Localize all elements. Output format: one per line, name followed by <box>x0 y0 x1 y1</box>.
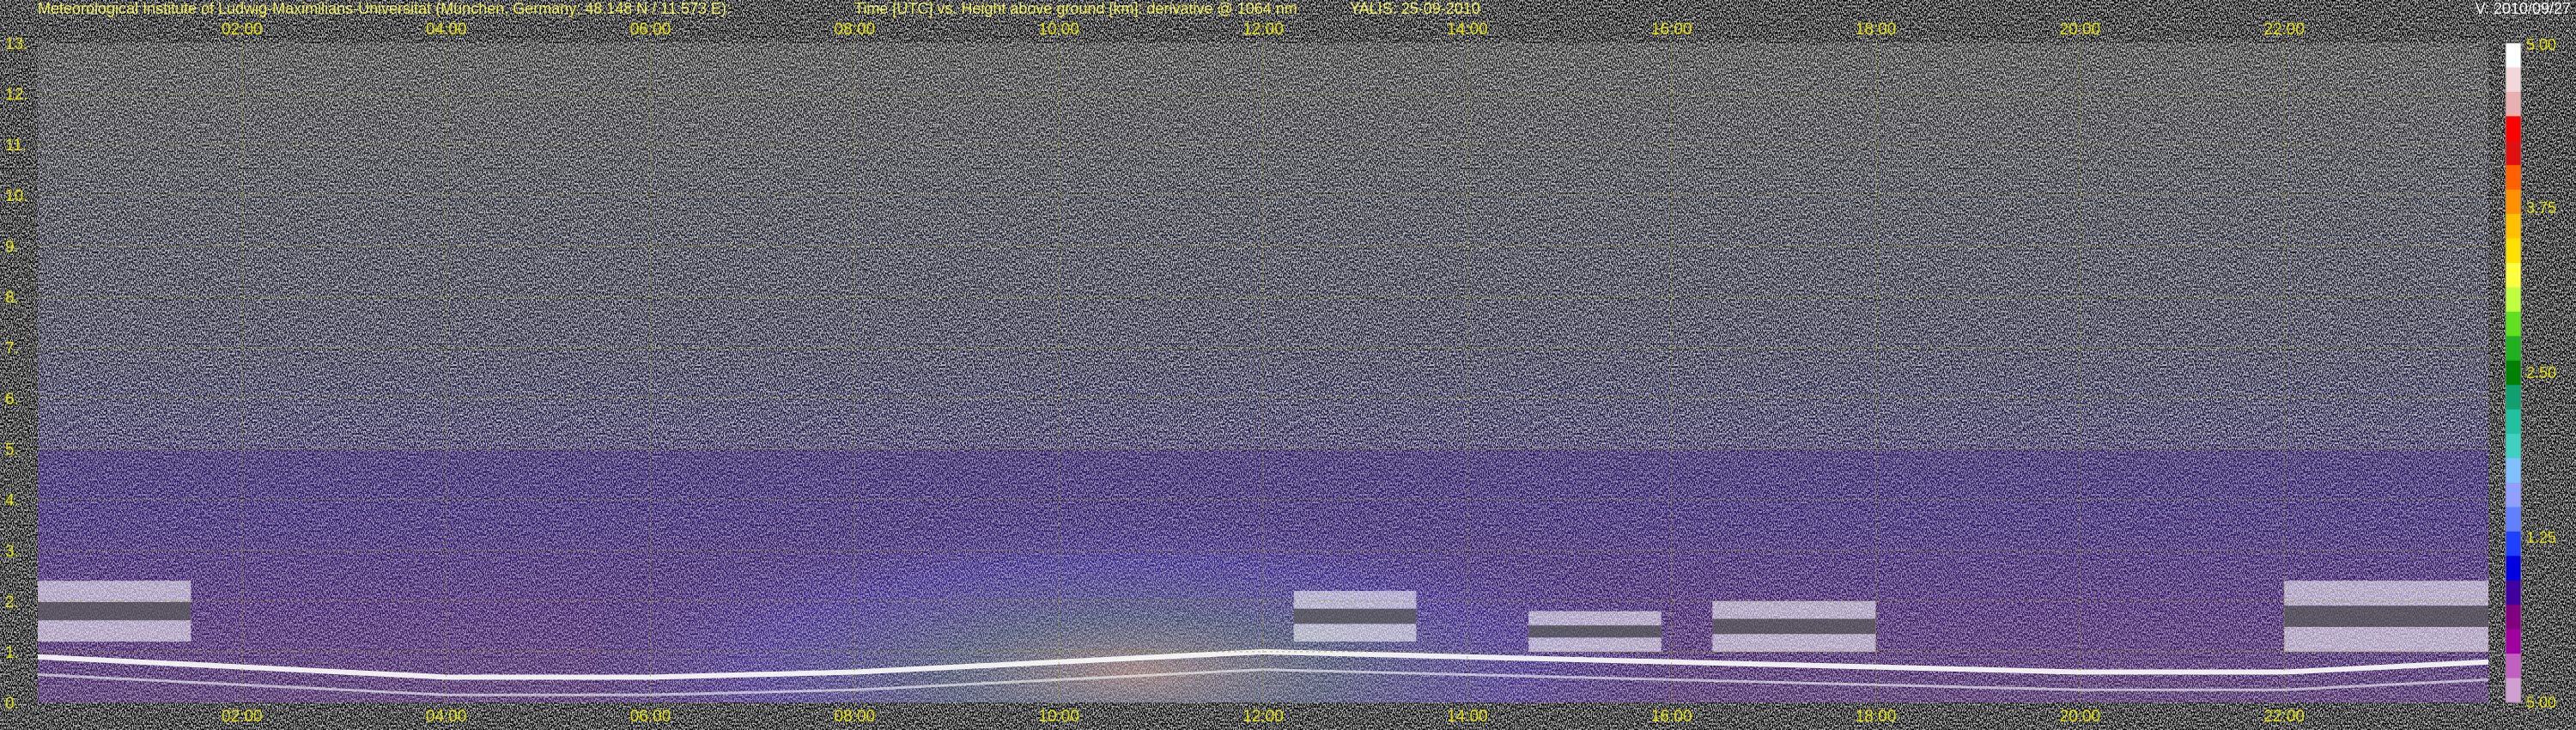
colorbar-segment <box>2506 214 2521 240</box>
colorbar-segment <box>2506 311 2521 337</box>
colorbar-segment <box>2506 43 2521 68</box>
x-tick-label-top: 06:00 <box>630 21 671 39</box>
colorbar-tick-label: 5.00 <box>2526 36 2556 53</box>
colorbar-segment <box>2506 507 2521 532</box>
colorbar-segment <box>2506 531 2521 557</box>
colorbar-tick-label: 2.50 <box>2526 364 2556 381</box>
x-tick-label-bottom: 18:00 <box>1856 708 1897 726</box>
colorbar-segment <box>2506 654 2521 679</box>
colorbar-segment <box>2506 140 2521 166</box>
colorbar-segment <box>2506 360 2521 386</box>
y-tick-label: 1. <box>5 644 19 662</box>
x-tick-label-bottom: 16:00 <box>1651 708 1692 726</box>
x-tick-label-bottom: 10:00 <box>1038 708 1079 726</box>
x-tick-label-bottom: 14:00 <box>1447 708 1488 726</box>
cloud-layer-shadow <box>1712 618 1876 635</box>
x-tick-label-top: 18:00 <box>1856 21 1897 39</box>
x-tick-label-top: 10:00 <box>1038 21 1079 39</box>
colorbar-segment <box>2506 678 2521 703</box>
y-tick-label: 9. <box>5 238 19 256</box>
colorbar-segment <box>2506 434 2521 459</box>
colorbar-segment <box>2506 409 2521 435</box>
cloud-layer-shadow <box>1293 608 1417 624</box>
colorbar-segment <box>2506 287 2521 313</box>
cloud-layer-shadow <box>1528 625 1662 638</box>
x-tick-label-top: 04:00 <box>426 21 467 39</box>
colorbar-segment <box>2506 458 2521 484</box>
x-tick-label-top: 16:00 <box>1651 21 1692 39</box>
x-tick-label-bottom: 04:00 <box>426 708 467 726</box>
x-tick-label-top: 02:00 <box>222 21 263 39</box>
x-tick-label-bottom: 02:00 <box>222 708 263 726</box>
lidar-heatmap-chart: 02:00 02:00 04:00 04:00 06:00 06:00 08:00 08:00… <box>5 21 2556 726</box>
x-tick-label-bottom: 12:00 <box>1242 708 1284 726</box>
colorbar-segment <box>2506 238 2521 264</box>
cloud-layer-shadow <box>2284 605 2488 627</box>
colorbar-segment <box>2506 483 2521 508</box>
x-tick-label-top: 22:00 <box>2263 21 2305 39</box>
x-tick-label-bottom: 08:00 <box>835 708 876 726</box>
y-tick-label: 6. <box>5 391 19 409</box>
colorbar-segment <box>2506 629 2521 654</box>
colorbar-segment <box>2506 263 2521 288</box>
x-tick-label-bottom: 06:00 <box>630 708 671 726</box>
colorbar-segment <box>2506 116 2521 142</box>
colorbar-segment <box>2506 336 2521 362</box>
colorbar-segment <box>2506 556 2521 581</box>
x-tick-label-top: 08:00 <box>835 21 876 39</box>
x-tick-label-top: 14:00 <box>1447 21 1488 39</box>
colorbar-segment <box>2506 189 2521 215</box>
x-tick-label-top: 12:00 <box>1242 21 1284 39</box>
y-tick-label: 8. <box>5 289 19 307</box>
x-tick-label-top: 20:00 <box>2060 21 2101 39</box>
y-tick-label: 3. <box>5 543 19 561</box>
y-tick-label: 7. <box>5 339 19 357</box>
cloud-layer-shadow <box>38 602 191 621</box>
colorbar-segment <box>2506 580 2521 605</box>
y-tick-label: 2. <box>5 593 19 611</box>
y-tick-label: 4. <box>5 492 19 510</box>
y-tick-label: 0. <box>5 695 19 713</box>
colorbar-segment <box>2506 67 2521 93</box>
y-tick-label: 11. <box>5 137 27 155</box>
colorbar: 5.00 3.75 2.50 1.25 5.00 <box>2505 36 2556 711</box>
y-tick-label: 10. <box>5 187 27 205</box>
colorbar-segment <box>2506 605 2521 630</box>
colorbar-segment <box>2506 165 2521 191</box>
colorbar-segment <box>2506 385 2521 411</box>
colorbar-tick-label: 1.25 <box>2526 529 2556 546</box>
y-tick-label: 5. <box>5 441 19 459</box>
y-tick-label: 13. <box>5 35 27 53</box>
x-tick-label-bottom: 22:00 <box>2263 708 2305 726</box>
colorbar-tick-label: 3.75 <box>2526 199 2556 216</box>
colorbar-tick-label: 5.00 <box>2526 694 2556 711</box>
y-tick-label: 12. <box>5 86 27 104</box>
x-tick-label-bottom: 20:00 <box>2060 708 2101 726</box>
colorbar-segment <box>2506 91 2521 117</box>
